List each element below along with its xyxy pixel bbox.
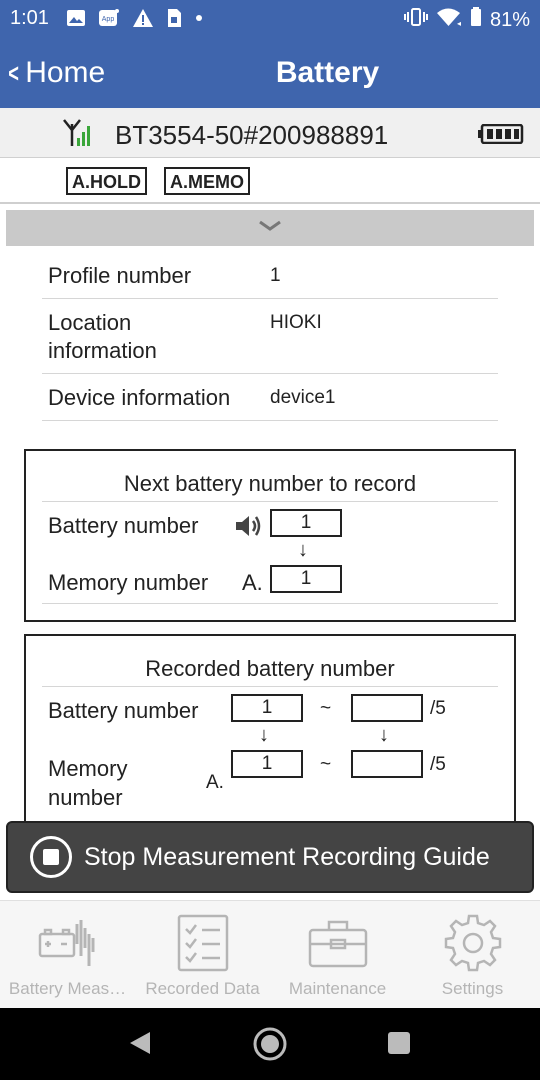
notification-icons: App [66, 8, 204, 33]
recorded-down-arrow-2: ↓ [379, 724, 389, 746]
recorded-battery-total: /5 [430, 698, 446, 719]
recorded-panel: Recorded battery number Battery number 1… [24, 634, 516, 834]
next-memory-label: Memory number [48, 570, 209, 595]
auto-memory-badge: A.MEMO [164, 167, 250, 195]
location-row: Location information HIOKI [42, 299, 498, 374]
system-status-icons: ◂ 81% [403, 7, 530, 33]
recorded-memory-total: /5 [430, 754, 446, 775]
stop-recording-guide-button[interactable]: Stop Measurement Recording Guide [6, 821, 534, 893]
nav-label-battery: Battery Meas… [8, 979, 127, 998]
battery-icon [470, 7, 482, 33]
sim-icon [166, 8, 182, 33]
back-button[interactable]: < Home [6, 56, 105, 90]
svg-text:◂: ◂ [457, 19, 461, 27]
status-time: 1:01 [10, 7, 49, 29]
recorded-memory-label-line2: number [48, 785, 123, 810]
chevron-down-icon [258, 219, 282, 237]
recorded-battery-label: Battery number [48, 698, 199, 723]
nav-label-maintenance: Maintenance [288, 979, 387, 998]
location-label-line1: Location [48, 310, 132, 335]
device-info-label: Device information [48, 385, 231, 410]
location-value: HIOKI [270, 312, 322, 333]
toolbox-icon [307, 913, 369, 973]
nav-maintenance[interactable]: Maintenance [270, 901, 405, 1008]
recorded-memory-from-box[interactable]: 1 [231, 750, 303, 778]
nav-label-settings: Settings [441, 979, 504, 998]
device-info-value: device1 [270, 387, 336, 408]
vibrate-icon [403, 7, 428, 33]
profile-number-row: Profile number 1 [42, 252, 498, 299]
bottom-navigation: Battery Meas… Recorded Data Maintenance … [0, 900, 540, 1008]
chevron-left-icon: < [8, 57, 19, 88]
collapse-toggle[interactable] [6, 210, 534, 246]
recorded-title: Recorded battery number [42, 656, 498, 687]
next-down-arrow: ↓ [298, 539, 308, 561]
back-label: Home [25, 56, 106, 89]
profile-info-table: Profile number 1 Location information HI… [42, 252, 498, 421]
recorded-battery-to-box[interactable] [351, 694, 423, 722]
recents-square-icon[interactable] [387, 1031, 411, 1060]
device-bar: BT3554-50#200988891 [0, 108, 540, 158]
recorded-down-arrow-1: ↓ [259, 724, 269, 746]
wifi-icon: ◂ [436, 7, 462, 33]
screen: 1:01 App ◂ 81% < Home Battery BT3554-50#… [0, 0, 540, 1080]
recorded-memory-prefix: A. [206, 772, 224, 793]
stop-icon [30, 836, 72, 878]
clipboard-list-icon [176, 913, 230, 973]
recorded-memory-to-box[interactable] [351, 750, 423, 778]
location-label: Location information [48, 309, 270, 365]
speaker-icon[interactable] [234, 513, 262, 544]
recorded-memory-label: Memory number [48, 754, 127, 812]
page-title: Battery [275, 56, 380, 89]
warning-icon [132, 8, 154, 33]
nav-battery-measurement[interactable]: Battery Meas… [0, 901, 135, 1008]
nav-label-recorded: Recorded Data [145, 979, 260, 998]
system-navigation-bar [0, 1008, 540, 1080]
device-name: BT3554-50#200988891 [115, 120, 389, 150]
nav-recorded-data[interactable]: Recorded Data [135, 901, 270, 1008]
battery-measurement-icon [37, 913, 99, 973]
status-bar: 1:01 App ◂ 81% [0, 0, 540, 38]
home-circle-icon[interactable] [252, 1026, 288, 1067]
auto-hold-badge: A.HOLD [66, 167, 147, 195]
next-record-divider [42, 603, 498, 604]
dot-icon [194, 8, 204, 33]
recorded-memory-tilde: ~ [320, 754, 332, 775]
app-bar: < Home Battery [0, 38, 540, 108]
gear-icon [443, 913, 503, 973]
svg-text:App: App [102, 16, 115, 23]
back-triangle-icon[interactable] [128, 1030, 152, 1061]
image-icon [66, 8, 86, 33]
stop-button-label: Stop Measurement Recording Guide [84, 842, 490, 871]
next-battery-label: Battery number [48, 513, 199, 538]
recorded-memory-label-line1: Memory [48, 756, 128, 781]
next-memory-number-box[interactable]: 1 [270, 565, 342, 593]
battery-percent: 81% [489, 8, 530, 31]
next-record-title: Next battery number to record [42, 471, 498, 502]
next-record-panel: Next battery number to record Battery nu… [24, 449, 516, 622]
nav-settings[interactable]: Settings [405, 901, 540, 1008]
recorded-battery-tilde: ~ [320, 698, 332, 719]
location-label-line2: information [48, 338, 157, 363]
app-notification-icon: App [98, 8, 120, 33]
recorded-battery-from-box[interactable]: 1 [231, 694, 303, 722]
battery-level-icon [478, 123, 524, 149]
profile-number-label: Profile number [48, 263, 192, 288]
next-memory-prefix: A. [242, 570, 263, 595]
next-battery-number-box[interactable]: 1 [270, 509, 342, 537]
mode-badges: A.HOLD A.MEMO [0, 158, 540, 204]
profile-number-value: 1 [270, 265, 281, 286]
device-info-row: Device information device1 [42, 374, 498, 421]
signal-antenna-icon [62, 118, 96, 153]
